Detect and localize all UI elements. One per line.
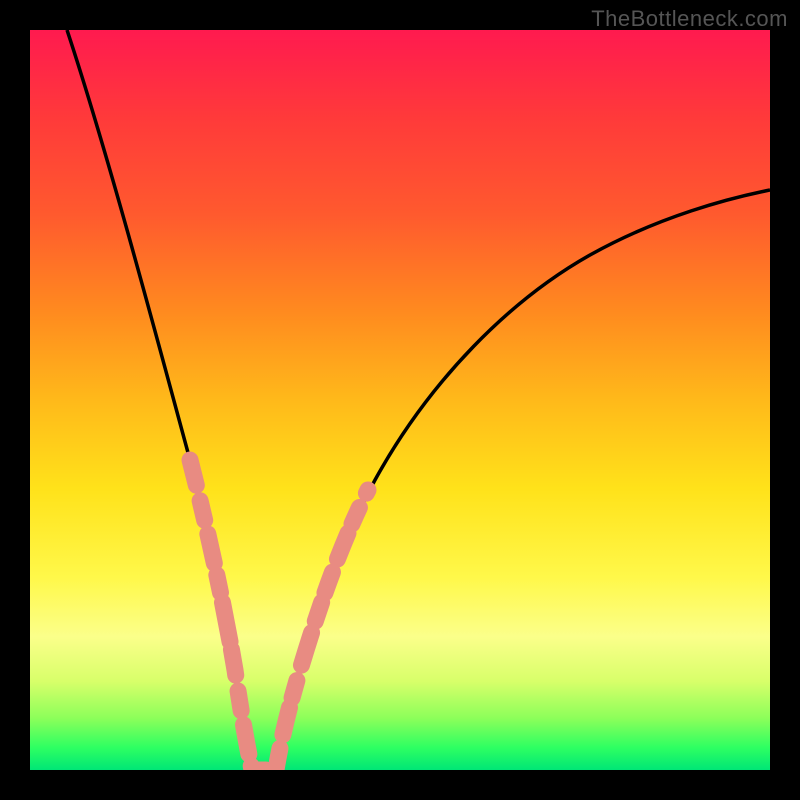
curve-left-arm (67, 30, 252, 770)
curve-svg (30, 30, 770, 770)
curve-right-arm (276, 190, 770, 770)
highlight-left-arm (190, 460, 276, 770)
plot-area (30, 30, 770, 770)
highlight-right-arm (276, 490, 368, 770)
chart-frame: TheBottleneck.com (0, 0, 800, 800)
watermark-text: TheBottleneck.com (591, 6, 788, 32)
